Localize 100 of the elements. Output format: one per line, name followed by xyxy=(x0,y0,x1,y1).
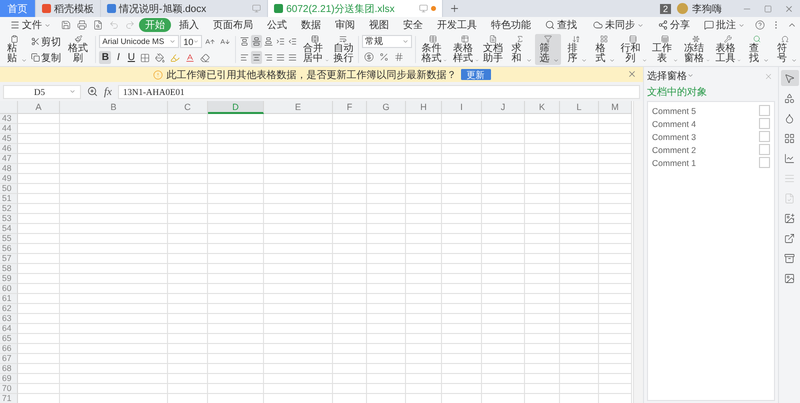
ribbon-tab[interactable]: 页面布局 xyxy=(207,18,259,32)
merge-button[interactable]: 合并居中 xyxy=(300,34,330,65)
row-header[interactable]: 68 xyxy=(0,364,18,374)
row-header[interactable]: 46 xyxy=(0,144,18,154)
row-header[interactable]: 44 xyxy=(0,124,18,134)
row-header[interactable]: 48 xyxy=(0,164,18,174)
save-button[interactable] xyxy=(59,18,73,32)
ribbon-tool[interactable]: 筛选 xyxy=(534,34,561,65)
ribbon-tool[interactable]: 行和列 xyxy=(618,34,648,65)
row-header[interactable]: 60 xyxy=(0,284,18,294)
paste-button[interactable]: 粘贴 xyxy=(2,34,28,65)
format-painter-button[interactable]: 格式刷 xyxy=(64,34,92,65)
align-button[interactable] xyxy=(251,51,262,64)
row-header[interactable]: 61 xyxy=(0,294,18,304)
ribbon-tool[interactable]: 表格工具 xyxy=(712,34,742,65)
ribbon-tab[interactable]: 插入 xyxy=(173,18,205,32)
ribbon-tab[interactable]: 公式 xyxy=(261,18,293,32)
align-button[interactable] xyxy=(263,35,274,48)
ribbon-tool[interactable]: 符号 xyxy=(772,34,798,65)
formula-field[interactable]: 13N1-AHA0E01 xyxy=(118,84,640,98)
ribbon-tool[interactable]: 条件格式 xyxy=(418,34,448,65)
row-header[interactable]: 58 xyxy=(0,264,18,274)
help-button[interactable] xyxy=(753,18,767,32)
object-name[interactable]: Comment 4 xyxy=(652,118,696,128)
column-header[interactable]: G xyxy=(367,101,406,114)
fill-button[interactable] xyxy=(153,50,168,64)
ribbon-tool[interactable]: 查找 xyxy=(744,34,770,65)
object-name[interactable]: Comment 5 xyxy=(652,106,696,116)
ribbon-tool[interactable]: 表格样式 xyxy=(450,34,480,65)
row-header[interactable]: 52 xyxy=(0,204,18,214)
row-header[interactable]: 63 xyxy=(0,314,18,324)
name-box[interactable]: D5 xyxy=(3,84,81,98)
row-header[interactable]: 53 xyxy=(0,214,18,224)
wrap-text-button[interactable]: 自动换行 xyxy=(332,34,355,65)
ribbon-tab[interactable]: 视图 xyxy=(363,18,395,32)
ribbon-tool[interactable]: 格式 xyxy=(590,34,616,65)
cell-column[interactable] xyxy=(367,114,406,403)
row-header[interactable]: 65 xyxy=(0,334,18,344)
print-button[interactable] xyxy=(75,18,89,32)
cell-column[interactable] xyxy=(60,114,168,403)
row-header[interactable]: 54 xyxy=(0,224,18,234)
ribbon-tool[interactable]: 冻结窗格 xyxy=(681,34,711,65)
row-header[interactable]: 49 xyxy=(0,174,18,184)
object-name[interactable]: Comment 3 xyxy=(652,132,696,142)
menu-action[interactable]: 分享 xyxy=(652,18,696,32)
style-button[interactable]: I xyxy=(112,51,124,64)
cell-column[interactable] xyxy=(482,114,525,403)
ribbon-tool[interactable]: 求和 xyxy=(506,34,533,65)
ribbon-tool[interactable]: 排序 xyxy=(562,34,589,65)
object-name[interactable]: Comment 1 xyxy=(652,158,696,168)
cut-button[interactable]: 剪切 xyxy=(30,35,62,48)
column-header[interactable]: B xyxy=(60,101,168,114)
row-header[interactable]: 67 xyxy=(0,354,18,364)
document-tab[interactable]: 首页 xyxy=(0,0,36,17)
column-header[interactable]: K xyxy=(525,101,560,114)
style-button[interactable]: U xyxy=(125,51,138,64)
pane-title[interactable]: 选择窗格 xyxy=(647,69,694,83)
align-button[interactable] xyxy=(239,35,250,48)
size-select[interactable]: 10 xyxy=(180,35,202,48)
row-header[interactable]: 71 xyxy=(0,394,18,403)
row-header[interactable]: 62 xyxy=(0,304,18,314)
copy-button[interactable]: 复制 xyxy=(30,51,62,64)
row-header[interactable]: 57 xyxy=(0,254,18,264)
visibility-checkbox[interactable] xyxy=(759,157,770,168)
column-header[interactable]: C xyxy=(168,101,208,114)
column-header[interactable]: F xyxy=(333,101,367,114)
visibility-checkbox[interactable] xyxy=(759,131,770,142)
ribbon-tab[interactable]: 审阅 xyxy=(329,18,361,32)
cell-column[interactable] xyxy=(599,114,632,403)
column-header[interactable]: M xyxy=(599,101,632,114)
file-menu[interactable]: 文件 xyxy=(4,18,57,32)
column-header[interactable]: A xyxy=(18,101,60,114)
ribbon-tab[interactable]: 特色功能 xyxy=(485,18,537,32)
close-button[interactable] xyxy=(627,69,637,79)
column-header[interactable]: E xyxy=(264,101,333,114)
ribbon-tab[interactable]: 开始 xyxy=(139,18,171,32)
cell-column[interactable] xyxy=(333,114,367,403)
column-header[interactable]: L xyxy=(560,101,599,114)
row-header[interactable]: 69 xyxy=(0,374,18,384)
style-button[interactable]: B xyxy=(99,51,112,64)
ribbon-tool[interactable]: 文档助手 xyxy=(482,34,505,65)
currency-button[interactable] xyxy=(362,50,376,64)
search-button[interactable]: 查找 xyxy=(539,18,583,32)
side-tool-button[interactable] xyxy=(780,70,798,86)
document-tab[interactable]: 6072(2.21)分送集团.xlsx xyxy=(268,0,443,17)
row-header[interactable]: 56 xyxy=(0,244,18,254)
ribbon-tool[interactable]: 工作表 xyxy=(650,34,680,65)
row-header[interactable]: 64 xyxy=(0,324,18,334)
scrollbar[interactable] xyxy=(633,101,643,403)
visibility-checkbox[interactable] xyxy=(759,105,770,116)
cell-column[interactable] xyxy=(264,114,333,403)
update-button[interactable]: 更新 xyxy=(460,69,490,80)
ribbon-tab[interactable]: 安全 xyxy=(397,18,429,32)
align-button[interactable] xyxy=(251,35,262,48)
menu-action[interactable]: 未同步 xyxy=(587,18,650,32)
font-select[interactable]: Arial Unicode MS xyxy=(99,35,180,48)
column-header[interactable]: I xyxy=(442,101,482,114)
cell-column[interactable] xyxy=(560,114,599,403)
cell-column[interactable] xyxy=(18,114,60,403)
cell-column[interactable] xyxy=(208,114,264,403)
